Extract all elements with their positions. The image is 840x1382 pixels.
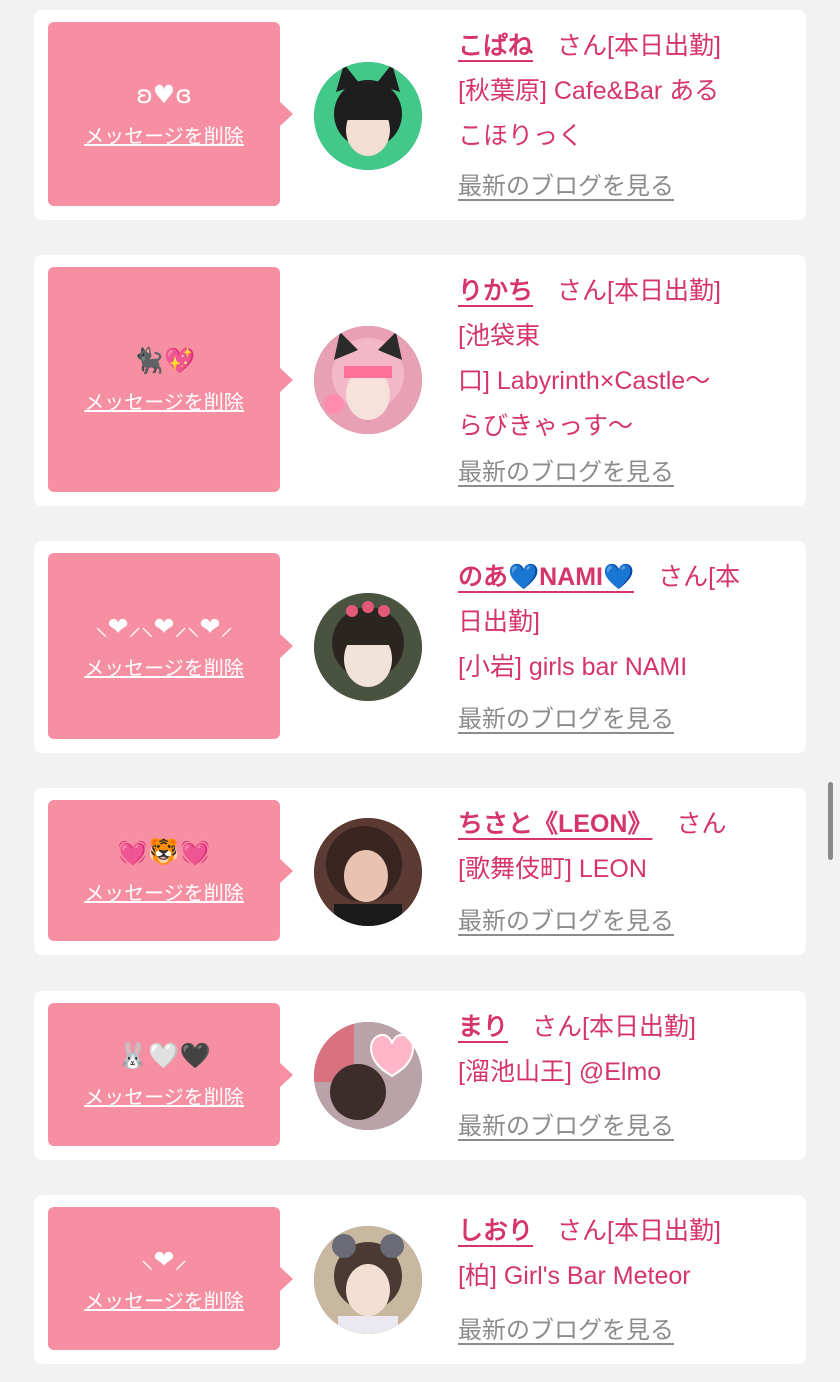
message-text: ⸜❤︎⸝‍⸜❤︎⸝‍⸜❤︎⸝‍	[95, 612, 233, 641]
message-bubble: ʚ♥ɞ メッセージを削除	[48, 22, 293, 206]
message-text: 🐰🤍🖤	[117, 1040, 211, 1070]
status-label: [本	[708, 563, 741, 591]
latest-blog-link[interactable]: 最新のブログを見る	[458, 1316, 674, 1346]
avatar-image	[314, 326, 422, 434]
message-list: ʚ♥ɞ メッセージを削除 こぱね さん[本日出勤] [秋葉原] Cafe&Bar …	[0, 0, 840, 1382]
message-bubble: 💓🐯💓 メッセージを削除	[48, 800, 293, 941]
avatar[interactable]	[314, 818, 422, 926]
girl-name-link[interactable]: しおり	[458, 1217, 533, 1245]
delete-message-link[interactable]: メッセージを削除	[84, 1085, 244, 1111]
shop-line: [柏] Girl's Bar Meteor	[458, 1262, 691, 1290]
info-block: りかち さん[本日出勤] [池袋東 口] Labyrinth×Castle〜 らび…	[458, 269, 788, 449]
message-card: ⸜❤︎⸝‍⸜❤︎⸝‍⸜❤︎⸝‍ メッセージを削除 のあ💙NAMI💙 さん[本 日出…	[34, 541, 806, 753]
avatar-image	[314, 593, 422, 701]
status-label: [本日出勤]	[607, 1217, 721, 1245]
girl-name-link[interactable]: こぱね	[458, 32, 533, 60]
message-card: 🐈‍⬛💖 メッセージを削除 りかち さん[本日出勤] [池袋東 口] Labyri…	[34, 255, 806, 506]
girl-name-link[interactable]: まり	[458, 1013, 508, 1041]
shop-line: [溜池山王] @Elmo	[458, 1058, 662, 1086]
status-label: [本日出勤]	[607, 277, 721, 305]
message-bubble: 🐰🤍🖤 メッセージを削除	[48, 1003, 293, 1146]
scrollbar[interactable]	[828, 782, 833, 860]
status-label: [本日出勤]	[582, 1013, 696, 1041]
message-bubble: ⸜❤︎⸝‍⸜❤︎⸝‍⸜❤︎⸝‍ メッセージを削除	[48, 553, 293, 739]
info-block: のあ💙NAMI💙 さん[本 日出勤] [小岩] girls bar NAMI	[458, 555, 788, 690]
san-label: さん	[557, 277, 608, 305]
shop-line: [歌舞伎町] LEON	[458, 855, 647, 883]
avatar-image	[314, 62, 422, 170]
info-block: まり さん[本日出勤] [溜池山王] @Elmo	[458, 1005, 788, 1095]
girl-name-link[interactable]: りかち	[458, 277, 533, 305]
message-text: 💓🐯💓	[117, 836, 211, 866]
delete-message-link[interactable]: メッセージを削除	[84, 390, 244, 416]
latest-blog-link[interactable]: 最新のブログを見る	[458, 907, 674, 937]
status-label: [本日出勤]	[607, 32, 721, 60]
delete-message-link[interactable]: メッセージを削除	[84, 656, 244, 682]
info-block: しおり さん[本日出勤] [柏] Girl's Bar Meteor	[458, 1209, 788, 1299]
message-text: ⸜❤︎⸝‍	[141, 1244, 187, 1274]
avatar[interactable]	[314, 1022, 422, 1130]
delete-message-link[interactable]: メッセージを削除	[84, 881, 244, 907]
latest-blog-link[interactable]: 最新のブログを見る	[458, 705, 674, 735]
avatar[interactable]	[314, 1226, 422, 1334]
shop-line: [秋葉原] Cafe&Bar ある	[458, 77, 720, 105]
shop-line: 口] Labyrinth×Castle〜	[458, 367, 711, 395]
avatar-image	[314, 1022, 422, 1130]
message-bubble: ⸜❤︎⸝‍ メッセージを削除	[48, 1207, 293, 1350]
avatar[interactable]	[314, 593, 422, 701]
san-label: さん	[557, 32, 608, 60]
latest-blog-link[interactable]: 最新のブログを見る	[458, 458, 674, 488]
message-bubble: 🐈‍⬛💖 メッセージを削除	[48, 267, 293, 492]
latest-blog-link[interactable]: 最新のブログを見る	[458, 1112, 674, 1142]
avatar[interactable]	[314, 326, 422, 434]
avatar[interactable]	[314, 62, 422, 170]
info-block: ちさと《LEON》 さん [歌舞伎町] LEON	[458, 802, 788, 892]
message-card: 🐰🤍🖤 メッセージを削除 まり さん[本日出勤] [溜池山王] @Elmo 最新の…	[34, 991, 806, 1160]
san-label: さん	[676, 810, 727, 838]
latest-blog-link[interactable]: 最新のブログを見る	[458, 172, 674, 202]
message-card: ʚ♥ɞ メッセージを削除 こぱね さん[本日出勤] [秋葉原] Cafe&Bar …	[34, 10, 806, 220]
delete-message-link[interactable]: メッセージを削除	[84, 1289, 244, 1315]
san-label: さん	[532, 1013, 583, 1041]
message-card: ⸜❤︎⸝‍ メッセージを削除 しおり さん[本日出勤] [柏] Girl's Ba…	[34, 1195, 806, 1364]
message-text: 🐈‍⬛💖	[132, 345, 196, 375]
san-label: さん	[557, 1217, 608, 1245]
delete-message-link[interactable]: メッセージを削除	[84, 124, 244, 150]
info-block: こぱね さん[本日出勤] [秋葉原] Cafe&Bar ある こほりっく	[458, 24, 788, 159]
avatar-image	[314, 818, 422, 926]
message-card: 💓🐯💓 メッセージを削除 ちさと《LEON》 さん [歌舞伎町] LEON 最新の…	[34, 788, 806, 955]
message-text: ʚ♥ɞ	[136, 80, 192, 109]
girl-name-link[interactable]: のあ💙NAMI💙	[458, 563, 634, 591]
girl-name-link[interactable]: ちさと《LEON》	[458, 810, 652, 838]
shop-line: らびきゃっす〜	[458, 412, 634, 440]
shop-line: [小岩] girls bar NAMI	[458, 653, 688, 681]
shop-line: 日出勤]	[458, 608, 540, 636]
shop-line: [池袋東	[458, 322, 540, 350]
san-label: さん	[658, 563, 709, 591]
shop-line: こほりっく	[458, 122, 584, 150]
avatar-image	[314, 1226, 422, 1334]
